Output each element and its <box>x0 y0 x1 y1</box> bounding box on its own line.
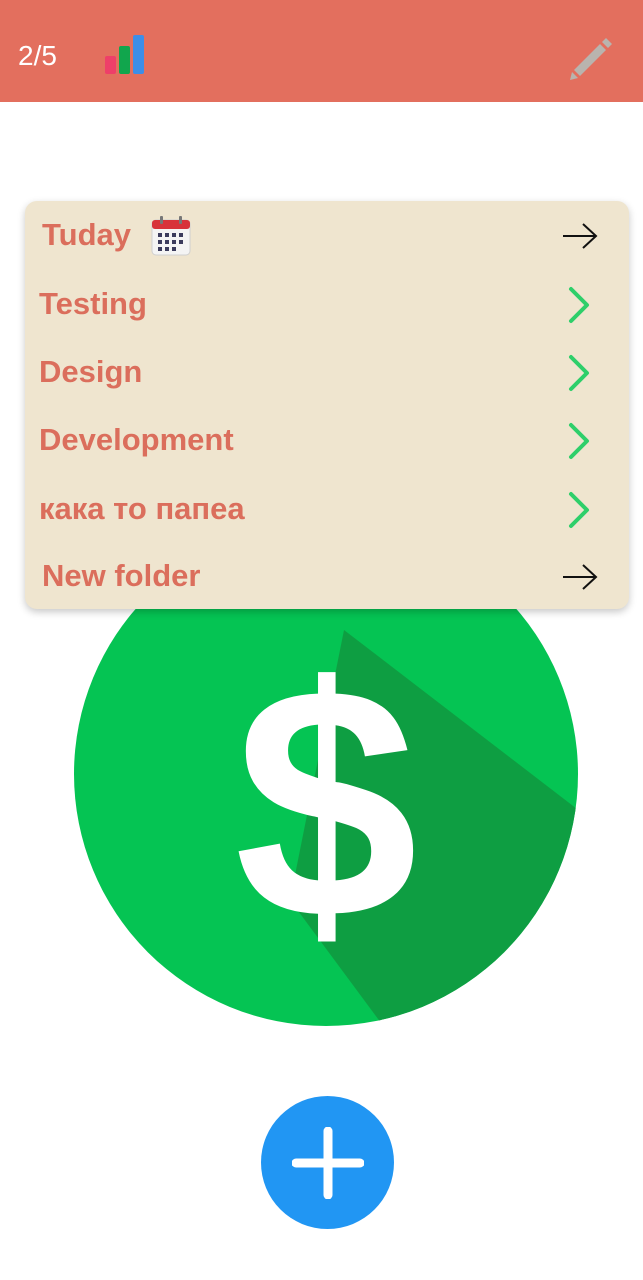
add-button[interactable] <box>261 1096 394 1229</box>
menu-item-label: кака то папеа <box>39 491 245 526</box>
plus-icon <box>292 1127 364 1199</box>
page-counter: 2/5 <box>18 40 57 71</box>
bar-chart-icon[interactable] <box>104 34 146 76</box>
menu-item-design[interactable]: Design <box>25 340 629 404</box>
menu-item-new-folder[interactable]: New folder <box>25 544 629 608</box>
menu-item-label: Design <box>39 354 143 389</box>
menu-item-folder[interactable]: кака то папеа <box>25 477 629 541</box>
menu-item-label: New folder <box>42 558 201 593</box>
chevron-right-icon <box>569 287 589 323</box>
arrow-right-icon <box>563 564 598 590</box>
arrow-right-icon <box>563 223 598 249</box>
calendar-icon <box>151 216 191 256</box>
menu-item-label: Tuday <box>42 217 131 252</box>
folder-menu: Tuday Testing Design Development кака то… <box>25 201 629 609</box>
svg-text:$: $ <box>234 618 418 987</box>
chevron-right-icon <box>569 423 589 459</box>
top-app-bar: 2/5 <box>0 0 643 102</box>
menu-item-testing[interactable]: Testing <box>25 272 629 336</box>
menu-item-development[interactable]: Development <box>25 408 629 472</box>
chevron-right-icon <box>569 355 589 391</box>
menu-item-label: Testing <box>39 286 147 321</box>
pencil-icon[interactable] <box>566 34 614 82</box>
menu-item-label: Development <box>39 422 234 457</box>
chevron-right-icon <box>569 492 589 528</box>
menu-item-today[interactable]: Tuday <box>25 203 629 267</box>
